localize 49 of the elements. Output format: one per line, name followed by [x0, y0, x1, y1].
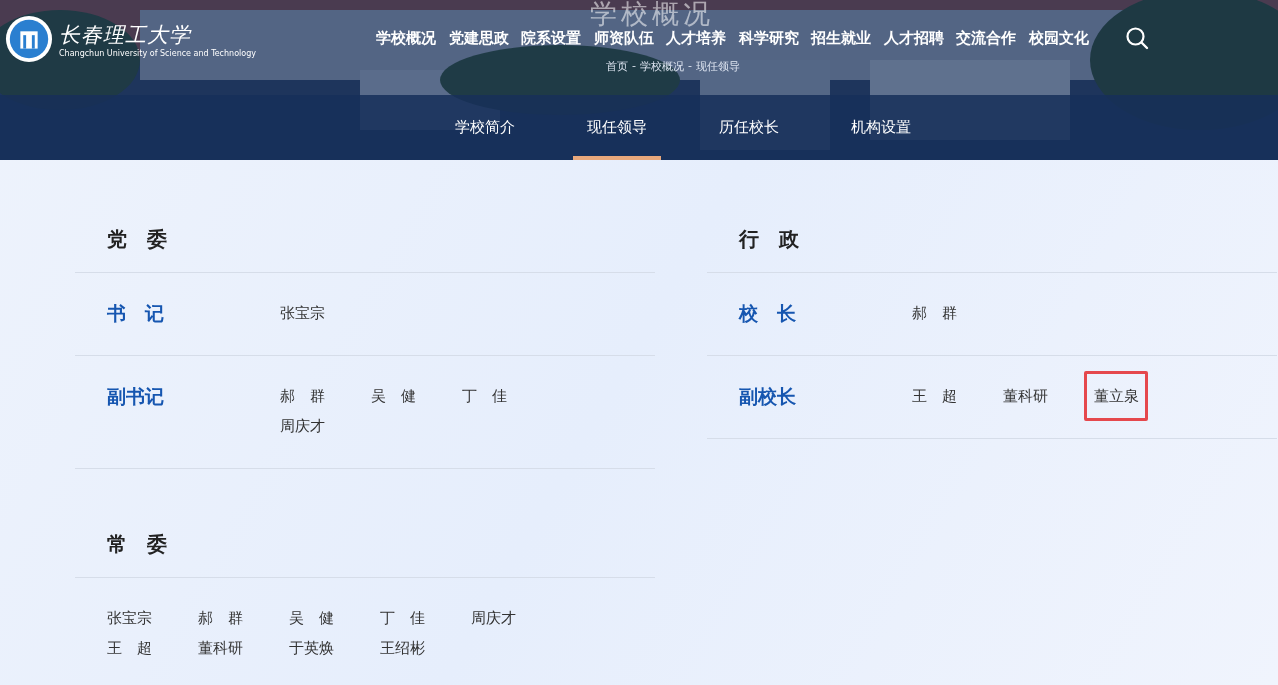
person-name: 王绍彬 — [380, 638, 426, 659]
logo-subtitle: Changchun University of Science and Technology — [59, 48, 256, 58]
breadcrumb-link[interactable]: 学校概况 — [640, 59, 684, 74]
breadcrumb-separator: - — [632, 59, 636, 74]
nav-link[interactable]: 交流合作 — [950, 28, 1022, 48]
tab[interactable]: 历任校长 — [683, 118, 815, 160]
breadcrumb-separator: - — [688, 59, 692, 74]
person-name: 王 超 — [912, 386, 958, 407]
nav-link[interactable]: 院系设置 — [515, 28, 587, 48]
person-name: 吴 健 — [371, 386, 417, 407]
person-name: 董科研 — [198, 638, 244, 659]
search-icon[interactable] — [1125, 26, 1149, 50]
nav-link[interactable]: 科学研究 — [732, 28, 805, 48]
nav-link[interactable]: 学校概况 — [370, 28, 442, 48]
nav-link[interactable]: 师资队伍 — [587, 28, 660, 48]
role-title: 副校长 — [739, 384, 797, 408]
emblem-icon — [5, 15, 53, 63]
person-name: 张宝宗 — [107, 608, 153, 629]
person-name: 于英焕 — [289, 638, 335, 659]
person-name: 董科研 — [1003, 386, 1049, 407]
role-title: 校 长 — [739, 301, 797, 325]
role-title: 书 记 — [107, 301, 165, 325]
breadcrumb-link[interactable]: 现任领导 — [695, 59, 740, 74]
nav-link[interactable]: 人才培养 — [660, 28, 732, 48]
person-name: 王 超 — [107, 638, 153, 659]
person-name: 吴 健 — [289, 608, 335, 629]
section-heading: 常 委 — [75, 531, 655, 578]
person-name: 丁 佳 — [462, 386, 508, 407]
person-name: 丁 佳 — [380, 608, 426, 629]
tab[interactable]: 现任领导 — [573, 118, 661, 160]
person-name: 周庆才 — [280, 416, 326, 437]
nav-link[interactable]: 党建思政 — [442, 28, 515, 48]
nav-link[interactable]: 人才招聘 — [877, 28, 950, 48]
tab[interactable]: 学校简介 — [419, 118, 551, 160]
nav-link[interactable]: 校园文化 — [1022, 28, 1095, 48]
tab[interactable]: 机构设置 — [815, 118, 947, 160]
section-heading: 党 委 — [75, 226, 655, 273]
person-name: 董立泉 — [1084, 371, 1148, 421]
role-title: 副书记 — [107, 384, 165, 409]
person-name: 郝 群 — [912, 303, 958, 324]
breadcrumb-link[interactable]: 首页 — [606, 59, 628, 74]
nav-link[interactable]: 招生就业 — [805, 28, 877, 48]
person-name: 郝 群 — [198, 608, 244, 629]
person-name: 张宝宗 — [280, 303, 326, 324]
page-title: 学校概况 — [590, 0, 714, 27]
logo-name: 长春理工大学 — [59, 21, 193, 49]
person-name: 郝 群 — [280, 386, 326, 407]
person-name: 周庆才 — [471, 608, 517, 629]
section-heading: 行 政 — [707, 226, 1277, 273]
